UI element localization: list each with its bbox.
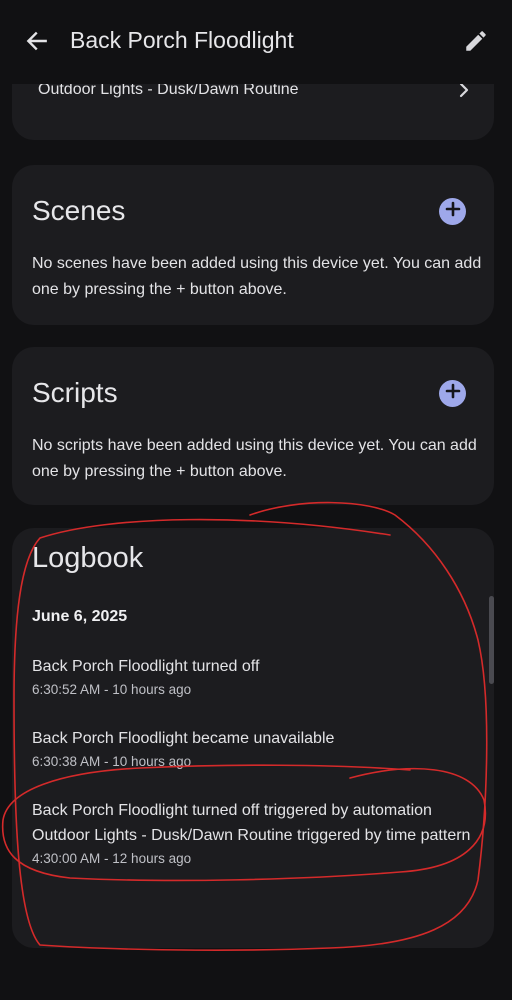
scenes-empty-text: No scenes have been added using this dev… [32,255,482,298]
logbook-entry[interactable]: Back Porch Floodlight turned off trigger… [32,798,472,866]
scenes-card: Scenes No scenes have been added using t… [12,165,494,325]
logbook-entry[interactable]: Back Porch Floodlight became unavailable… [32,726,472,769]
page-title: Back Porch Floodlight [70,27,294,53]
logbook-heading: Logbook [32,542,144,574]
logbook-entry-time: 6:30:38 AM - 10 hours ago [32,754,192,769]
add-script-button[interactable] [439,380,466,407]
plus-icon [445,201,461,222]
pencil-icon [463,28,489,59]
plus-icon [445,383,461,404]
logbook-card: Logbook June 6, 2025 Back Porch Floodlig… [12,528,494,948]
logbook-date: June 6, 2025 [32,608,128,625]
scrollbar[interactable] [489,596,494,684]
logbook-entry[interactable]: Back Porch Floodlight turned off 6:30:52… [32,654,472,697]
top-app-bar: Back Porch Floodlight [0,0,512,84]
logbook-entry-message: Back Porch Floodlight became unavailable [32,730,335,747]
logbook-entry-time: 4:30:00 AM - 12 hours ago [32,851,192,866]
add-scene-button[interactable] [439,198,466,225]
scenes-heading: Scenes [32,195,126,226]
edit-button[interactable] [460,27,492,59]
arrow-left-icon [24,28,50,59]
scripts-card: Scripts No scripts have been added using… [12,347,494,505]
logbook-entry-time: 6:30:52 AM - 10 hours ago [32,682,192,697]
back-button[interactable] [22,28,52,58]
scripts-heading: Scripts [32,377,118,408]
logbook-entry-message: Back Porch Floodlight turned off trigger… [32,802,471,844]
logbook-entry-message: Back Porch Floodlight turned off [32,658,260,675]
scripts-empty-text: No scripts have been added using this de… [32,437,477,480]
